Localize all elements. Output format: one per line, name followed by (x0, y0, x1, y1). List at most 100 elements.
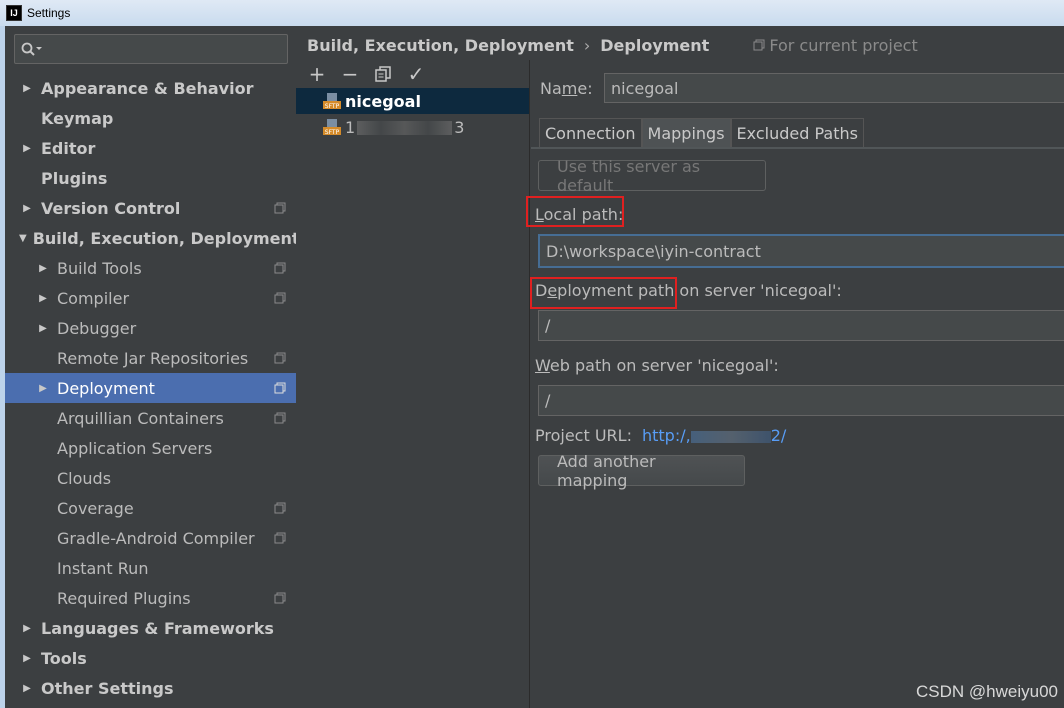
remove-server-button[interactable]: − (339, 62, 361, 86)
chevron-right-icon[interactable]: ▶ (35, 373, 51, 403)
breadcrumb-parent[interactable]: Build, Execution, Deployment (307, 36, 574, 55)
project-level-icon (274, 502, 286, 514)
sidebar-item-label: Plugins (41, 168, 108, 188)
window-titlebar: IJ Settings (0, 0, 1064, 26)
sidebar-item-compiler[interactable]: ▶ Compiler (5, 283, 296, 313)
server-name-field[interactable]: nicegoal (604, 73, 1064, 103)
sidebar-item-label: Instant Run (57, 558, 149, 578)
add-another-mapping-button[interactable]: Add another mapping (538, 452, 745, 490)
sidebar-item-editor[interactable]: ▶ Editor (5, 133, 296, 163)
project-level-icon (274, 412, 286, 424)
server-name-suffix: 3 (454, 117, 465, 137)
web-path-field[interactable]: / (538, 385, 1064, 416)
project-scope-icon (753, 39, 765, 51)
web-path-label: Web path on server 'nicegoal': (535, 356, 779, 375)
sidebar-item-coverage[interactable]: Coverage (5, 493, 296, 523)
server-name: 13 (345, 118, 464, 137)
sidebar-item-application-servers[interactable]: Application Servers (5, 433, 296, 463)
chevron-right-icon[interactable]: ▶ (35, 253, 51, 283)
sidebar-item-other-settings[interactable]: ▶ Other Settings (5, 673, 296, 703)
search-icon (21, 42, 42, 56)
svg-text:SFTP: SFTP (325, 129, 340, 135)
server-name: nicegoal (345, 91, 421, 111)
sidebar-item-required-plugins[interactable]: Required Plugins (5, 583, 296, 613)
sidebar-item-label: Required Plugins (57, 588, 191, 608)
sidebar-item-label: Debugger (57, 318, 137, 338)
intellij-app-icon: IJ (6, 5, 22, 21)
sidebar-item-deployment[interactable]: ▶ Deployment (5, 373, 296, 403)
breadcrumb-separator: › (583, 35, 591, 55)
sidebar-item-languages-frameworks[interactable]: ▶ Languages & Frameworks (5, 613, 296, 643)
scope-label-text: For current project (769, 35, 918, 55)
sidebar-item-label: Remote Jar Repositories (57, 348, 249, 368)
sidebar-item-label: Gradle-Android Compiler (57, 528, 255, 548)
sidebar-item-instant-run[interactable]: Instant Run (5, 553, 296, 583)
server-item-nicegoal[interactable]: SFTP nicegoal (296, 88, 529, 114)
project-url-link[interactable]: http:/, 2/ (642, 426, 786, 445)
add-server-button[interactable]: + (306, 62, 328, 86)
local-path-field[interactable]: D:\workspace\iyin-contract (538, 234, 1064, 268)
chevron-right-icon[interactable]: ▶ (35, 283, 51, 313)
sidebar-item-keymap[interactable]: Keymap (5, 103, 296, 133)
sidebar-item-label: Version Control (41, 198, 181, 218)
sftp-icon: SFTP (323, 119, 341, 135)
sidebar-item-label: Keymap (41, 108, 114, 128)
use-as-default-button[interactable]: Use this server as default (538, 157, 766, 195)
redacted-region (690, 430, 771, 443)
apply-server-button[interactable]: ✓ (405, 62, 427, 86)
sidebar-item-clouds[interactable]: Clouds (5, 463, 296, 493)
sidebar-item-label: Appearance & Behavior (41, 78, 254, 98)
sidebar-item-remote-jar-repositories[interactable]: Remote Jar Repositories (5, 343, 296, 373)
project-level-icon (274, 532, 286, 544)
config-tabs: Connection Mappings Excluded Paths (531, 118, 1064, 149)
chevron-down-icon[interactable]: ▼ (19, 223, 27, 253)
settings-search-input[interactable] (14, 34, 288, 64)
sidebar-item-tools[interactable]: ▶ Tools (5, 643, 296, 673)
sidebar-item-appearance-behavior[interactable]: ▶ Appearance & Behavior (5, 73, 296, 103)
tab-excluded-paths[interactable]: Excluded Paths (730, 118, 864, 147)
tab-mappings[interactable]: Mappings (641, 118, 731, 147)
watermark: CSDN @hweiyu00 (916, 682, 1058, 701)
sidebar-item-label: Languages & Frameworks (41, 618, 274, 638)
sidebar-item-version-control[interactable]: ▶ Version Control (5, 193, 296, 223)
sidebar-item-label: Editor (41, 138, 96, 158)
chevron-right-icon[interactable]: ▶ (35, 313, 51, 343)
sidebar-item-gradle-android-compiler[interactable]: Gradle-Android Compiler (5, 523, 296, 553)
sidebar-item-label: Other Settings (41, 678, 174, 698)
sidebar-item-build-tools[interactable]: ▶ Build Tools (5, 253, 296, 283)
name-row: Name: nicegoal (540, 73, 1064, 103)
project-level-icon (274, 382, 286, 394)
sidebar-item-label: Deployment (57, 378, 155, 398)
sidebar-item-label: Compiler (57, 288, 130, 308)
sidebar-item-label: Coverage (57, 498, 134, 518)
project-level-icon (274, 592, 286, 604)
svg-text:SFTP: SFTP (325, 103, 340, 109)
servers-panel: + − ✓ SFTP nicegoal SFTP 13 (296, 60, 530, 708)
sidebar-item-label: Build, Execution, Deployment (32, 228, 300, 248)
sftp-icon: SFTP (323, 93, 341, 109)
chevron-right-icon[interactable]: ▶ (19, 193, 35, 223)
chevron-right-icon[interactable]: ▶ (19, 643, 35, 673)
sidebar-item-label: Build Tools (57, 258, 142, 278)
breadcrumb: Build, Execution, Deployment › Deploymen… (296, 26, 1064, 64)
project-level-icon (274, 292, 286, 304)
local-path-highlight (526, 196, 624, 227)
sidebar-item-debugger[interactable]: ▶ Debugger (5, 313, 296, 343)
sidebar-item-plugins[interactable]: Plugins (5, 163, 296, 193)
deployment-path-highlight (530, 277, 677, 309)
sidebar-item-build-execution-deployment[interactable]: ▼ Build, Execution, Deployment (5, 223, 300, 253)
chevron-right-icon[interactable]: ▶ (19, 673, 35, 703)
server-name-prefix: 1 (345, 117, 356, 137)
project-url-row: Project URL: http:/, 2/ (535, 426, 786, 445)
project-level-icon (274, 262, 286, 274)
copy-icon (375, 66, 391, 82)
tab-connection[interactable]: Connection (539, 118, 642, 147)
chevron-right-icon[interactable]: ▶ (19, 73, 35, 103)
sidebar-item-arquillian-containers[interactable]: Arquillian Containers (5, 403, 296, 433)
server-item-other[interactable]: SFTP 13 (296, 114, 529, 140)
deployment-path-field[interactable]: / (538, 310, 1064, 341)
breadcrumb-current: Deployment (600, 35, 710, 55)
chevron-right-icon[interactable]: ▶ (19, 613, 35, 643)
copy-server-button[interactable] (372, 63, 394, 85)
chevron-right-icon[interactable]: ▶ (19, 133, 35, 163)
